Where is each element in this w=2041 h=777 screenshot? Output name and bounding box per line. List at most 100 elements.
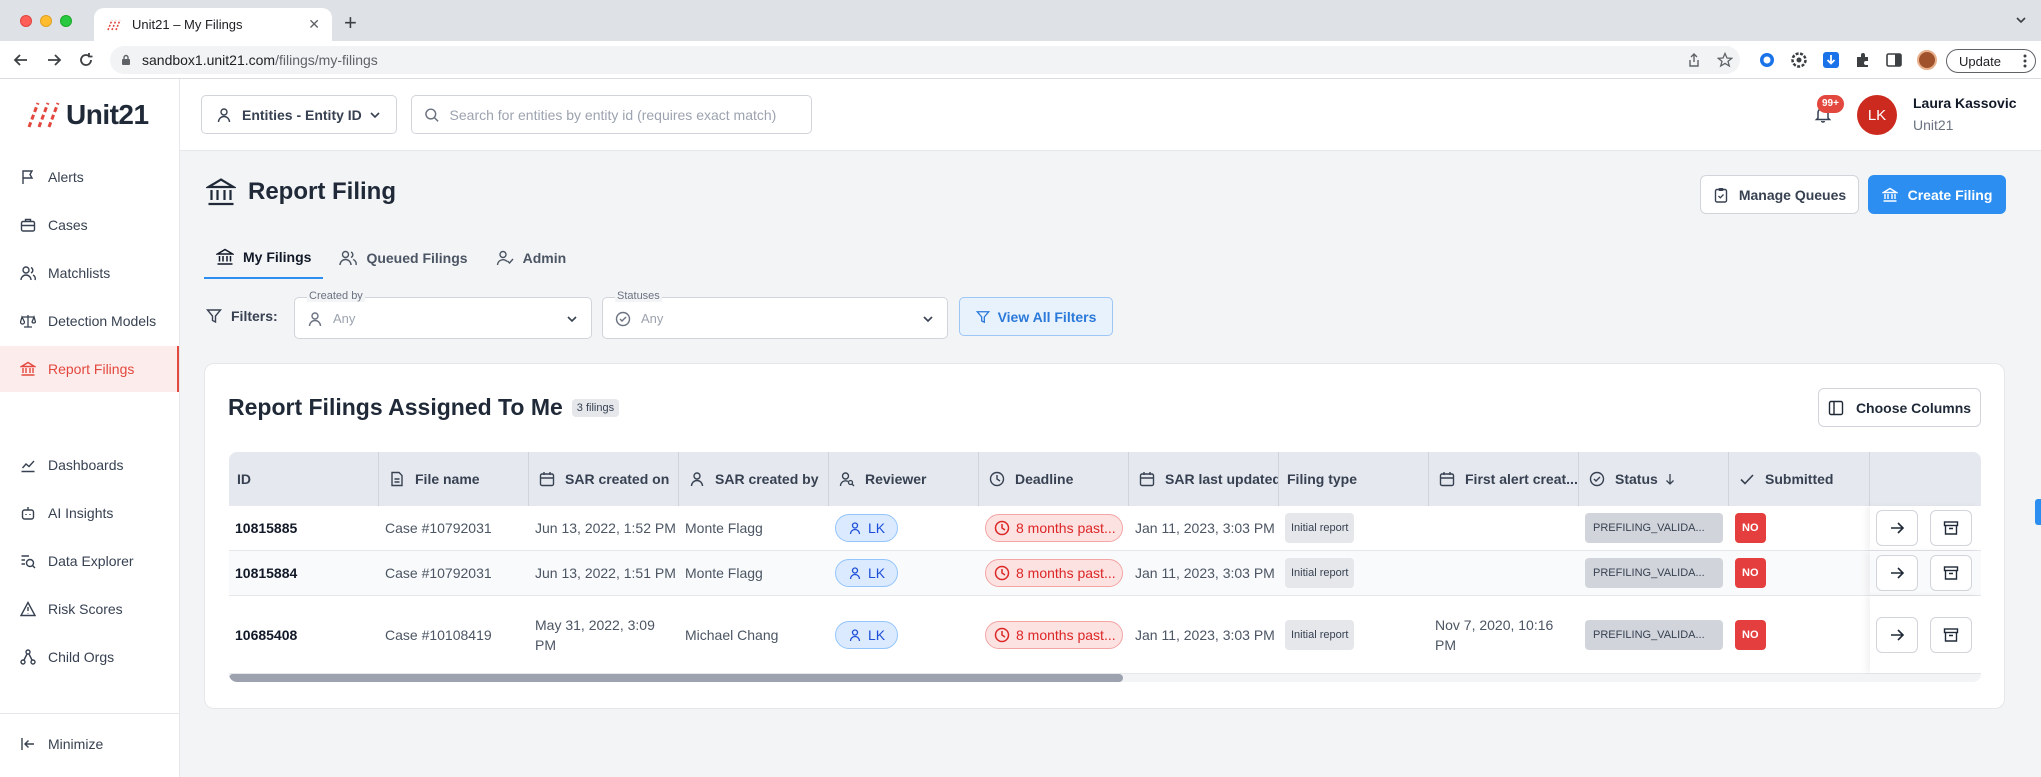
sidebar-item-label: Report Filings	[48, 361, 135, 377]
browser-update-button[interactable]: Update	[1946, 49, 2036, 73]
chevron-down-icon[interactable]	[2015, 14, 2027, 26]
sidebar-item-ai-insights[interactable]: AI Insights	[0, 490, 179, 536]
url-host: sandbox1.unit21.com	[142, 52, 276, 68]
forward-arrow-icon[interactable]	[45, 51, 63, 69]
column-header-reviewer[interactable]: Reviewer	[829, 452, 979, 506]
page-scroll-indicator[interactable]	[2035, 499, 2041, 525]
cell-id[interactable]: 10815885	[229, 506, 297, 550]
choose-columns-button[interactable]: Choose Columns	[1818, 388, 1981, 427]
close-tab-icon[interactable]: ✕	[308, 16, 320, 33]
reviewer-pill[interactable]: LK	[835, 620, 899, 649]
statuses-filter[interactable]: Statuses Any	[602, 290, 948, 339]
manage-queues-button[interactable]: Manage Queues	[1700, 175, 1859, 214]
clipboard-icon	[1714, 187, 1728, 203]
reviewer-initials: LK	[868, 520, 886, 536]
bank-icon	[216, 248, 234, 265]
cell-sar-last-updated: Jan 11, 2023, 3:03 PM	[1135, 565, 1275, 581]
window-minimize-button[interactable]	[40, 15, 52, 27]
sort-descending-icon[interactable]	[1664, 473, 1676, 485]
cell-reviewer: LK	[829, 506, 899, 550]
extension-lens-icon[interactable]	[1758, 51, 1776, 69]
table-row[interactable]: 10685408 Case #10108419 May 31, 2022, 3:…	[229, 596, 1981, 674]
profile-avatar[interactable]	[1917, 50, 1937, 70]
minimize-sidebar-button[interactable]: Minimize	[0, 721, 179, 767]
open-filing-button[interactable]	[1876, 510, 1918, 546]
bank-icon	[20, 361, 36, 376]
table-row[interactable]: 10815884 Case #10792031 Jun 13, 2022, 1:…	[229, 551, 1981, 596]
view-all-filters-button[interactable]: View All Filters	[959, 297, 1113, 336]
columns-icon	[1828, 400, 1844, 415]
share-icon[interactable]	[1686, 52, 1702, 68]
table-header: ID File name SAR created on SAR created …	[229, 452, 1981, 506]
search-input[interactable]	[449, 106, 799, 123]
new-tab-button[interactable]: +	[344, 12, 357, 34]
user-avatar[interactable]: LK	[1857, 95, 1897, 135]
column-header-sar-last-updated[interactable]: SAR last updated	[1129, 452, 1279, 506]
back-arrow-icon[interactable]	[12, 51, 30, 69]
side-panel-icon[interactable]	[1885, 51, 1903, 69]
open-filing-button[interactable]	[1876, 616, 1918, 653]
column-header-status[interactable]: Status	[1579, 452, 1729, 506]
archive-filing-button[interactable]	[1930, 555, 1972, 591]
tab-admin[interactable]: Admin	[484, 237, 579, 279]
column-header-filing-type[interactable]: Filing type	[1279, 452, 1429, 506]
sidebar-item-risk-scores[interactable]: Risk Scores	[0, 586, 179, 632]
sidebar-item-detection-models[interactable]: Detection Models	[0, 298, 179, 344]
sidebar-item-report-filings[interactable]: Report Filings	[0, 346, 179, 392]
extensions-puzzle-icon[interactable]	[1854, 51, 1872, 69]
column-header-label: SAR created by	[715, 471, 819, 487]
sidebar-item-label: AI Insights	[48, 505, 114, 521]
cell-id[interactable]: 10815884	[229, 551, 297, 595]
address-bar[interactable]: sandbox1.unit21.com/filings/my-filings	[110, 46, 1740, 74]
cell-sar-created-on: Jun 13, 2022, 1:52 PM	[535, 520, 676, 536]
tab-queued-filings[interactable]: Queued Filings	[327, 237, 479, 279]
card-header: Report Filings Assigned To Me 3 filings	[228, 394, 620, 421]
column-header-submitted[interactable]: Submitted	[1729, 452, 1870, 506]
calendar-icon	[1439, 472, 1455, 487]
sidebar-item-matchlists[interactable]: Matchlists	[0, 250, 179, 296]
bookmark-star-icon[interactable]	[1717, 52, 1733, 68]
user-name[interactable]: Laura Kassovic	[1913, 95, 2017, 111]
sidebar-item-child-orgs[interactable]: Child Orgs	[0, 634, 179, 680]
window-close-button[interactable]	[20, 15, 32, 27]
created-by-filter[interactable]: Created by Any	[294, 290, 592, 339]
window-zoom-button[interactable]	[60, 15, 72, 27]
reload-icon[interactable]	[77, 51, 95, 69]
unit21-logo[interactable]: Unit21	[26, 99, 149, 131]
extension-download-icon[interactable]	[1822, 51, 1840, 69]
table-horizontal-scrollbar[interactable]	[229, 674, 1981, 682]
tab-my-filings[interactable]: My Filings	[204, 237, 324, 279]
cell-sar-created-by: Monte Flagg	[685, 520, 763, 536]
column-header-first-alert-created[interactable]: First alert creat...	[1429, 452, 1579, 506]
browser-tab[interactable]: Unit21 – My Filings ✕	[94, 8, 332, 41]
column-header-sar-created-on[interactable]: SAR created on	[529, 452, 679, 506]
sidebar-item-label: Data Explorer	[48, 553, 134, 569]
table-row[interactable]: 10815885 Case #10792031 Jun 13, 2022, 1:…	[229, 506, 1981, 551]
archive-filing-button[interactable]	[1930, 616, 1972, 653]
entity-search[interactable]	[411, 95, 812, 134]
reviewer-pill[interactable]: LK	[835, 514, 899, 542]
deadline-pill: 8 months past...	[985, 514, 1123, 542]
scrollbar-thumb[interactable]	[229, 674, 1123, 682]
open-filing-button[interactable]	[1876, 555, 1918, 591]
column-header-sar-created-by[interactable]: SAR created by	[679, 452, 829, 506]
cell-id[interactable]: 10685408	[229, 596, 297, 673]
sidebar-item-label: Child Orgs	[48, 649, 115, 665]
sidebar-item-alerts[interactable]: Alerts	[0, 154, 179, 200]
column-header-deadline[interactable]: Deadline	[979, 452, 1129, 506]
cell-reviewer: LK	[829, 551, 899, 595]
extension-gear-icon[interactable]	[1790, 51, 1808, 69]
cell-sar-created-on: May 31, 2022, 3:09 PM	[535, 616, 655, 653]
sidebar-item-data-explorer[interactable]: Data Explorer	[0, 538, 179, 584]
entity-type-select[interactable]: Entities - Entity ID	[201, 95, 397, 134]
column-header-id[interactable]: ID	[229, 452, 379, 506]
user-icon	[308, 312, 322, 327]
reviewer-pill[interactable]: LK	[835, 559, 899, 587]
archive-filing-button[interactable]	[1930, 510, 1972, 546]
sidebar-item-dashboards[interactable]: Dashboards	[0, 442, 179, 488]
column-header-label: Deadline	[1015, 471, 1074, 487]
create-filing-button[interactable]: Create Filing	[1868, 175, 2006, 214]
column-header-file-name[interactable]: File name	[379, 452, 529, 506]
sidebar-item-cases[interactable]: Cases	[0, 202, 179, 248]
column-header-label: Status	[1615, 471, 1658, 487]
